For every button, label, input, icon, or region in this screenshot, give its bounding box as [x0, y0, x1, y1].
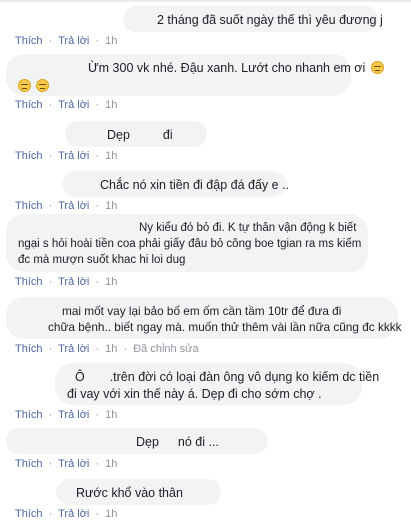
reply-link[interactable]: Trả lời — [58, 276, 89, 288]
like-link[interactable]: Thích — [15, 276, 43, 288]
unamused-face-icon — [18, 79, 31, 92]
emoji-row — [18, 78, 339, 95]
comment-text-part: đi — [162, 128, 173, 142]
timestamp[interactable]: 1h — [105, 458, 117, 470]
separator-dot: · — [95, 508, 100, 520]
comment-bubble: Ny kiểu đó bỏ đi. K tự thân vận động k b… — [6, 214, 368, 272]
separator-dot: · — [95, 276, 100, 288]
unamused-face-icon — [370, 61, 384, 74]
comment-text: 2 tháng đã suốt ngày thế thì yêu đương j — [157, 13, 383, 27]
top-divider — [0, 0, 411, 2]
separator-dot: · — [48, 200, 53, 212]
reply-link[interactable]: Trả lời — [58, 99, 89, 111]
separator-dot: · — [95, 35, 100, 47]
timestamp[interactable]: 1h — [105, 343, 117, 355]
separator-dot: · — [48, 99, 53, 111]
separator-dot: · — [95, 99, 100, 111]
timestamp[interactable]: 1h — [105, 35, 117, 47]
reply-link[interactable]: Trả lời — [58, 150, 89, 162]
comment-text-part: Dẹp — [136, 435, 159, 449]
timestamp[interactable]: 1h — [105, 200, 117, 212]
separator-dot: · — [95, 150, 100, 162]
like-link[interactable]: Thích — [15, 35, 43, 47]
comment-text-part: .trên đời có loại đàn ông vô dụng ko kiế… — [109, 370, 380, 384]
comment-actions: Thích · Trả lời · 1h — [15, 150, 117, 162]
separator-dot: · — [48, 150, 53, 162]
comment-text-part: Ô — [75, 370, 85, 384]
separator-dot: · — [48, 343, 53, 355]
reply-link[interactable]: Trả lời — [58, 200, 89, 212]
timestamp[interactable]: 1h — [105, 150, 117, 162]
separator-dot: · — [95, 458, 100, 470]
comment-bubble: mai mốt vay lại bảo bố em ốm cần tầm 10t… — [6, 297, 402, 339]
like-link[interactable]: Thích — [15, 99, 43, 111]
comment-text: Ừm 300 vk nhé. Đậu xanh. Lướt cho nhanh … — [18, 60, 384, 77]
comment-actions: Thích · Trả lời · 1h — [15, 458, 117, 470]
comment-text: Ô .trên đời có loại đàn ông vô dụng ko k… — [67, 369, 379, 386]
comment-bubble: Ừm 300 vk nhé. Đậu xanh. Lướt cho nhanh … — [6, 54, 384, 96]
reply-link[interactable]: Trả lời — [58, 35, 89, 47]
comment-text: đi vay với xin thế này á. Dẹp đi cho sớm… — [67, 387, 322, 401]
comment-actions: Thích · Trả lời · 1h — [15, 35, 117, 47]
separator-dot: · — [95, 409, 100, 421]
comment-text: ngại s hỏi hoài tiền coa phải giấy đâu b… — [18, 238, 362, 250]
comment-text: Dẹp nó đi ... — [18, 434, 256, 451]
timestamp[interactable]: 1h — [105, 508, 117, 520]
reply-link[interactable]: Trả lời — [58, 343, 89, 355]
comment-actions: Thích · Trả lời · 1h — [15, 200, 117, 212]
separator-dot: · — [48, 458, 53, 470]
comment-text: Ny kiểu đó bỏ đi. K tự thân vận động k b… — [139, 222, 357, 234]
reply-link[interactable]: Trả lời — [58, 458, 89, 470]
comment-text: Dẹp đi — [77, 127, 195, 144]
comment-actions: Thích · Trả lời · 1h — [15, 276, 117, 288]
separator-dot: · — [48, 409, 53, 421]
like-link[interactable]: Thích — [15, 200, 43, 212]
comment-text: Chắc nó xin tiền đi đập đá đấy e .. — [100, 178, 290, 192]
comment-actions: Thích · Trả lời · 1h — [15, 409, 117, 421]
comment-text: Rước khổ vào thân — [76, 486, 183, 500]
edited-label[interactable]: Đã chỉnh sửa — [133, 343, 198, 355]
comment-text: đc mà mượn suốt khac hi loi dug — [18, 254, 186, 266]
comment-bubble: Dẹp nó đi ... — [6, 428, 268, 454]
comment-actions: Thích · Trả lời · 1h — [15, 99, 117, 111]
comment-text: chữa bệnh.. biết ngay mà. muốn thử thêm … — [48, 320, 402, 334]
separator-dot: · — [48, 276, 53, 288]
unamused-face-icon — [36, 79, 50, 92]
separator-dot: · — [95, 200, 100, 212]
like-link[interactable]: Thích — [15, 508, 43, 520]
like-link[interactable]: Thích — [15, 458, 43, 470]
like-link[interactable]: Thích — [15, 150, 43, 162]
comment-text-part: Dẹp — [107, 128, 130, 142]
separator-dot: · — [95, 343, 100, 355]
comment-bubble: 2 tháng đã suốt ngày thế thì yêu đương j — [123, 6, 383, 32]
comment-bubble: Dẹp đi — [65, 121, 207, 147]
like-link[interactable]: Thích — [15, 343, 43, 355]
comment-bubble: Ô .trên đời có loại đàn ông vô dụng ko k… — [55, 363, 379, 405]
reply-link[interactable]: Trả lời — [58, 409, 89, 421]
timestamp[interactable]: 1h — [105, 99, 117, 111]
separator-dot: · — [48, 508, 53, 520]
timestamp[interactable]: 1h — [105, 276, 117, 288]
timestamp[interactable]: 1h — [105, 409, 117, 421]
comment-text-part: nó đi ... — [177, 435, 219, 449]
comment-actions: Thích · Trả lời · 1h · Đã chỉnh sửa — [15, 343, 199, 355]
separator-dot: · — [48, 35, 53, 47]
comment-text: mai mốt vay lại bảo bố em ốm cần tầm 10t… — [62, 304, 342, 318]
comment-text-content: Ừm 300 vk nhé. Đậu xanh. Lướt cho nhanh … — [88, 61, 366, 75]
separator-dot: · — [123, 343, 128, 355]
comment-bubble: Rước khổ vào thân — [56, 479, 221, 505]
comment-bubble: Chắc nó xin tiền đi đập đá đấy e .. — [62, 171, 290, 197]
like-link[interactable]: Thích — [15, 409, 43, 421]
reply-link[interactable]: Trả lời — [58, 508, 89, 520]
comment-actions: Thích · Trả lời · 1h — [15, 508, 117, 520]
